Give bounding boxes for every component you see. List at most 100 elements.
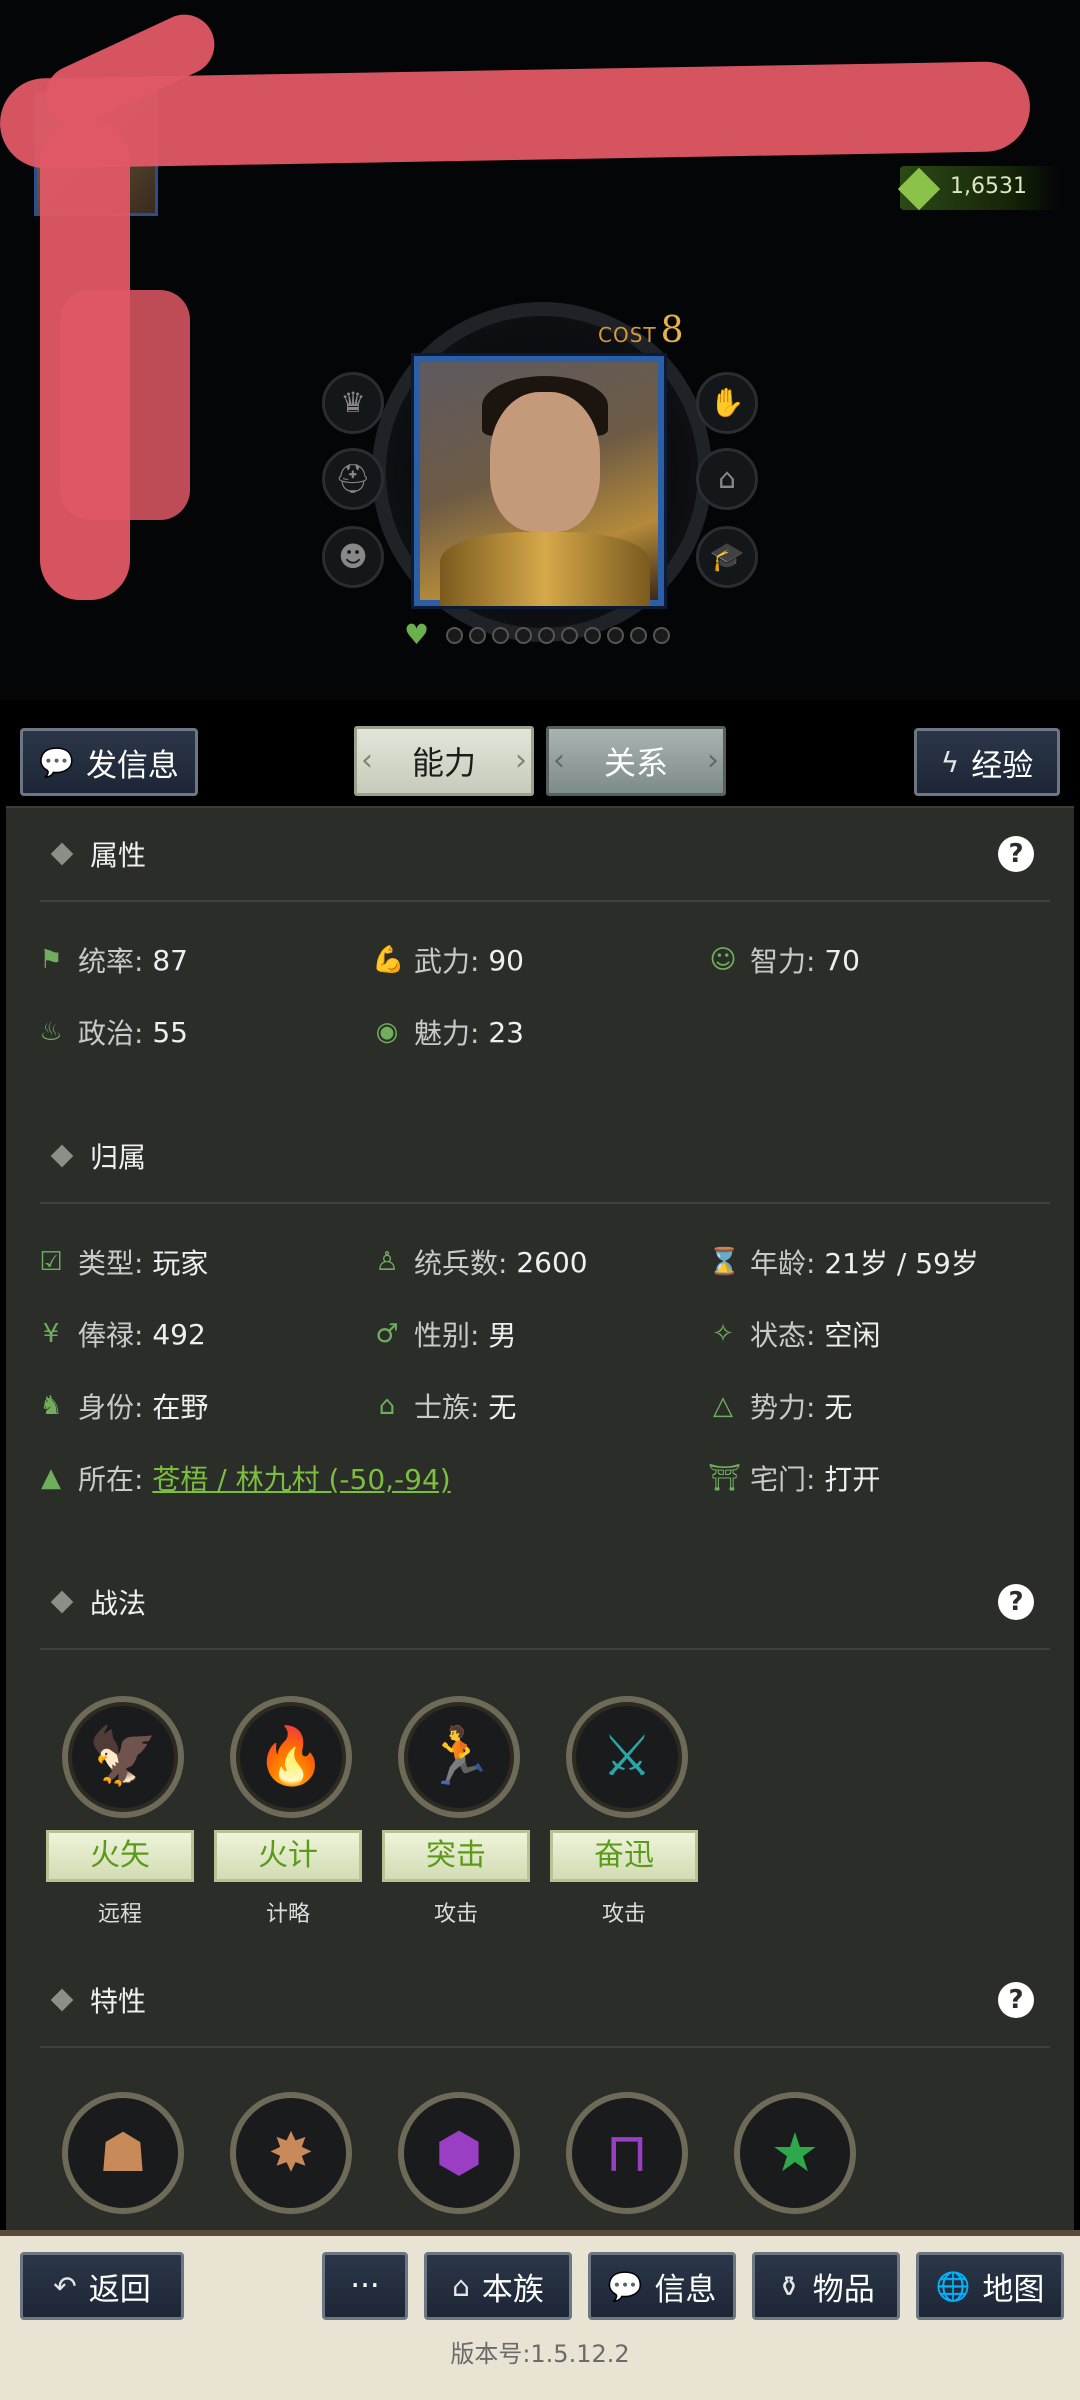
experience-button[interactable]: ϟ 经验	[914, 728, 1060, 796]
identity-icon: ♞	[39, 1391, 63, 1421]
more-label: ···	[350, 2268, 380, 2304]
diamond-bullet-icon	[50, 842, 74, 866]
heart-icon: ♥	[404, 618, 430, 651]
fire-arrow-icon: 🦅	[62, 1696, 184, 1818]
tactic-name: 突击	[382, 1830, 530, 1882]
dot	[653, 626, 670, 644]
clan-button[interactable]: ⌂ 本族	[424, 2252, 572, 2320]
attr-charm: ◉ 魅力: 23	[372, 1012, 524, 1052]
info-salary: ¥ 俸禄: 492	[36, 1314, 206, 1354]
hat-icon[interactable]: ⌂	[696, 448, 758, 510]
dot	[607, 626, 624, 644]
send-message-label: 发信息	[85, 747, 179, 784]
hand-coin-icon[interactable]: ✋	[696, 372, 758, 434]
items-button[interactable]: ⚱ 物品	[752, 2252, 900, 2320]
location-link[interactable]: 苍梧 / 林九村 (-50,-94)	[152, 1458, 450, 1498]
dot	[492, 626, 509, 644]
help-icon[interactable]: ?	[998, 1584, 1034, 1620]
tactic-type: 计略	[265, 1902, 310, 1927]
cost-value: 8	[660, 310, 685, 351]
chat-icon: 💬	[607, 2269, 643, 2303]
chevron-left-icon: ‹	[553, 743, 565, 778]
crown-icon[interactable]: ♛	[322, 372, 384, 434]
redaction-mark	[60, 290, 190, 520]
tactic-type: 攻击	[433, 1902, 478, 1927]
tactics-header: 战法 ?	[40, 1560, 1050, 1650]
helmet-icon[interactable]: ⛑	[322, 448, 384, 510]
info-faction: △ 势力: 无	[708, 1386, 852, 1426]
back-arrow-icon: ↶	[53, 2269, 77, 2303]
info-gender: ♂ 性别: 男	[372, 1314, 516, 1354]
tactic-name: 奋迅	[550, 1830, 698, 1882]
eye-icon: ◉	[375, 1017, 399, 1047]
info-gate: ⛩ 宅门: 打开	[708, 1463, 881, 1496]
flag-icon: ⚑	[39, 945, 63, 975]
section-title: 归属	[90, 1141, 147, 1174]
items-label: 物品	[812, 2271, 875, 2308]
info-type: ☑ 类型: 玩家	[36, 1242, 208, 1282]
cost-label: COST	[598, 323, 657, 347]
portrait-armor	[440, 532, 650, 606]
yen-icon: ¥	[42, 1319, 60, 1349]
back-button[interactable]: ↶ 返回	[20, 2252, 184, 2320]
general-portrait[interactable]	[414, 356, 664, 606]
tactic-type: 远程	[97, 1902, 142, 1927]
help-icon[interactable]: ?	[998, 836, 1034, 872]
fire-plot-icon: 🔥	[230, 1696, 352, 1818]
arm-icon: 💪	[372, 945, 405, 975]
age-icon: ⌛	[708, 1247, 741, 1277]
info-button[interactable]: 💬 信息	[588, 2252, 736, 2320]
ability-panel[interactable]: 属性 ? ⚑ 统率: 87 💪 武力: 90 ☺ 智力: 70 ♨ 政治: 55 ◉ 魅力…	[6, 806, 1074, 2230]
attr-command: ⚑ 统率: 87	[36, 940, 188, 980]
mask-icon[interactable]: ☻	[322, 526, 384, 588]
diamond-bullet-icon	[50, 1590, 74, 1614]
section-title: 特性	[90, 1985, 147, 2018]
calendar-check-icon: ☑	[39, 1247, 63, 1277]
rock-icon: ⬢	[398, 2092, 520, 2214]
cloak-icon: ☗	[62, 2092, 184, 2214]
tab-relations-label: 关系	[603, 744, 668, 782]
bag-icon: ⚱	[777, 2269, 801, 2303]
dot	[630, 626, 647, 644]
graduation-cap-icon[interactable]: 🎓	[696, 526, 758, 588]
diamond-bullet-icon	[50, 1144, 74, 1168]
version-label: 版本号:1.5.12.2	[450, 2340, 630, 2368]
help-icon[interactable]: ?	[998, 1982, 1034, 2018]
lightning-icon: ϟ	[940, 745, 960, 779]
gold-value: 1,6531	[950, 174, 1027, 199]
frame-icon: ⊓	[566, 2092, 688, 2214]
clan-icon: ⌂	[452, 2269, 470, 2303]
dot	[515, 626, 532, 644]
top-header: 1,6531 COST 8 ♛ ⛑ ☻ ✋ ⌂ 🎓 ♥	[0, 0, 1080, 700]
tactic-type: 攻击	[601, 1902, 646, 1927]
tab-relations[interactable]: ‹ 关系 ›	[546, 726, 726, 796]
info-status: ✧ 状态: 空闲	[708, 1314, 880, 1354]
info-identity: ♞ 身份: 在野	[36, 1386, 208, 1426]
dot	[469, 626, 486, 644]
globe-icon: 🌐	[935, 2269, 971, 2303]
clan-label: 本族	[481, 2271, 544, 2308]
info-clan: ⌂ 士族: 无	[372, 1386, 517, 1426]
gate-icon: ⛩	[708, 1463, 742, 1493]
send-message-button[interactable]: 💬 发信息	[20, 728, 198, 796]
diamond-bullet-icon	[50, 1988, 74, 2012]
more-button[interactable]: ···	[322, 2252, 408, 2320]
map-button[interactable]: 🌐 地图	[916, 2252, 1064, 2320]
info-label: 信息	[654, 2271, 717, 2308]
location-icon: ▲	[41, 1463, 61, 1493]
info-age: ⌛ 年龄: 21岁 / 59岁	[708, 1247, 979, 1280]
gender-icon: ♂	[375, 1319, 399, 1349]
dot	[561, 626, 578, 644]
chat-icon: 💬	[39, 745, 74, 779]
charge-icon: 🏃	[398, 1696, 520, 1818]
tab-ability[interactable]: ‹ 能力 ›	[354, 726, 534, 796]
pot-icon: ♨	[39, 1017, 63, 1047]
chevron-right-icon: ›	[515, 743, 527, 778]
chevron-right-icon: ›	[707, 743, 719, 778]
tab-ability-label: 能力	[411, 744, 476, 782]
tree-icon: ✸	[230, 2092, 352, 2214]
clan-icon: ⌂	[378, 1391, 396, 1421]
traits-header: 特性 ?	[40, 1958, 1050, 2048]
faction-icon: △	[713, 1391, 733, 1421]
experience-label: 经验	[971, 747, 1034, 784]
